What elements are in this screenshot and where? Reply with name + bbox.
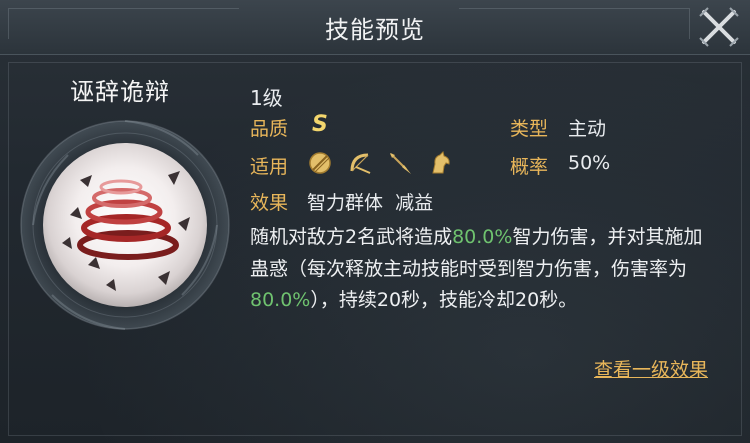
crossed-swords-close-icon bbox=[699, 7, 739, 47]
effect-tags: 智力群体 减益 bbox=[307, 192, 434, 214]
shield-icon bbox=[309, 152, 331, 174]
horse-icon bbox=[432, 151, 450, 174]
close-button[interactable] bbox=[694, 2, 744, 52]
effect-label: 效果 bbox=[250, 192, 289, 214]
view-level1-effect-link[interactable]: 查看一级效果 bbox=[594, 355, 708, 382]
charm-damage-rate-value: 80.0% bbox=[250, 289, 311, 311]
spiral-whirlwind-orb bbox=[20, 120, 230, 330]
quality-label: 品质 bbox=[250, 118, 289, 140]
applicable-troop-icons bbox=[307, 150, 453, 176]
rate-value: 50% bbox=[568, 152, 611, 174]
skill-icon-area bbox=[18, 95, 233, 335]
skill-description: 随机对敌方2名武将造成80.0%智力伤害，并对其施加蛊惑（每次释放主动技能时受到… bbox=[250, 222, 720, 317]
spear-icon bbox=[390, 153, 411, 174]
description-text-3: ），持续20秒，技能冷却20秒。 bbox=[310, 289, 578, 311]
type-label: 类型 bbox=[510, 118, 549, 140]
title-bar: 技能预览 bbox=[0, 0, 750, 55]
skill-preview-panel: 技能预览 诬辞诡辩 1级 品质 S 类型 主动 适用 概率 50% 效果 智力群… bbox=[0, 0, 750, 443]
skill-level: 1级 bbox=[250, 86, 283, 110]
type-value: 主动 bbox=[568, 118, 607, 140]
bow-icon bbox=[350, 153, 371, 174]
rate-label: 概率 bbox=[510, 156, 549, 178]
damage-rate-value: 80.0% bbox=[452, 226, 513, 248]
dialog-title: 技能预览 bbox=[325, 16, 425, 44]
quality-value: S bbox=[312, 112, 328, 137]
applicable-label: 适用 bbox=[250, 156, 289, 178]
description-text-1: 随机对敌方2名武将造成 bbox=[250, 226, 453, 248]
